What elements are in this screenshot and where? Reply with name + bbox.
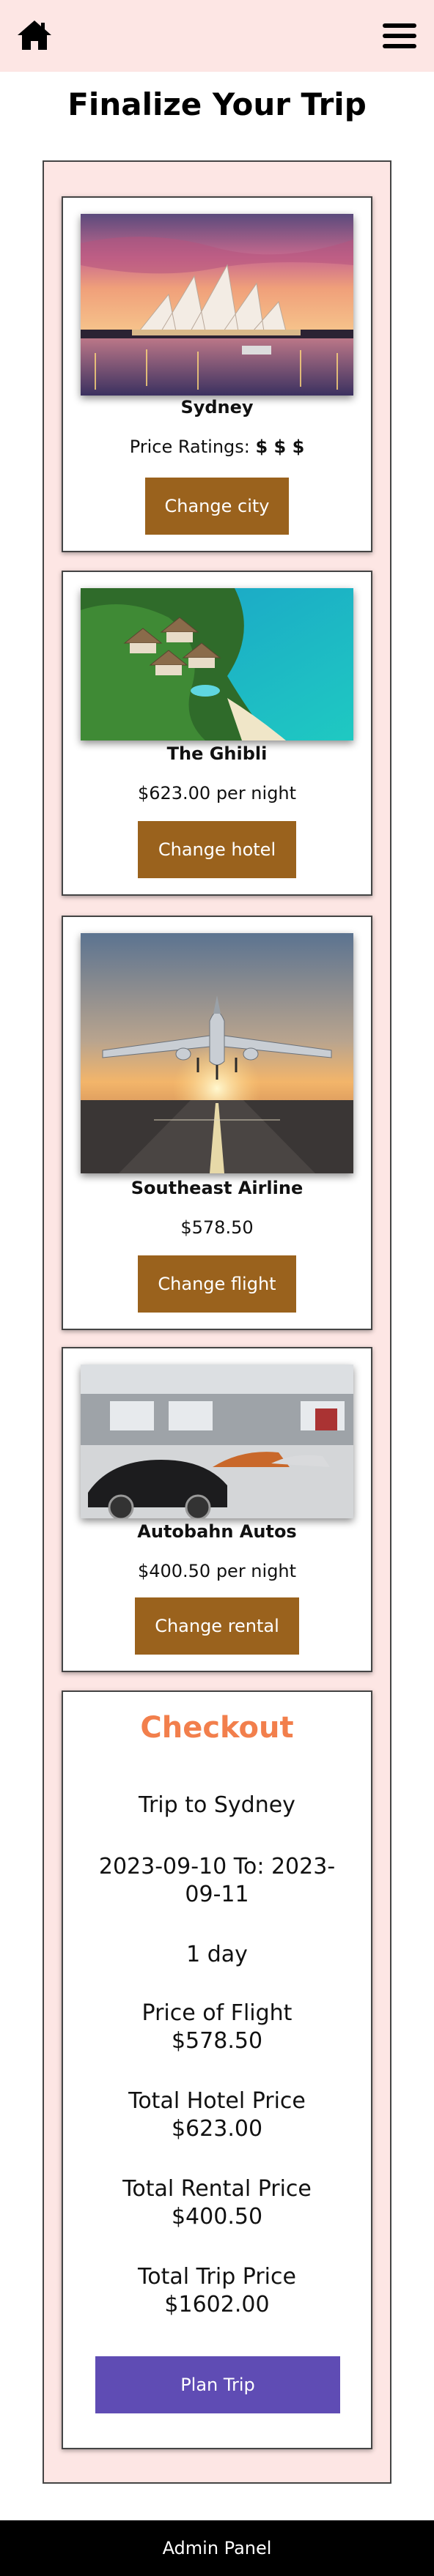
change-flight-button[interactable]: Change flight xyxy=(138,1255,296,1313)
trip-destination: Trip to Sydney xyxy=(139,1792,295,1818)
price-rating-value: $ $ $ xyxy=(255,437,305,457)
trip-total-value: $1602.00 xyxy=(164,2292,270,2317)
city-price-rating: Price Ratings: $ $ $ xyxy=(63,437,371,457)
hotel-photo xyxy=(81,588,353,740)
hotel-name: The Ghibli xyxy=(166,743,268,764)
trip-total-label: Total Trip Price xyxy=(138,2264,296,2290)
hamburger-menu-icon[interactable] xyxy=(381,21,418,51)
home-icon[interactable] xyxy=(16,19,53,51)
trip-dates-line-1: 2023-09-10 To: 2023- xyxy=(98,1854,336,1879)
rental-photo xyxy=(81,1365,353,1518)
plan-trip-button[interactable]: Plan Trip xyxy=(95,2356,340,2413)
page-title: Finalize Your Trip xyxy=(67,86,367,122)
flight-photo xyxy=(81,933,353,1173)
rental-total-label: Total Rental Price xyxy=(122,2176,312,2202)
hotel-card: The Ghibli $623.00 per night Change hote… xyxy=(62,571,372,896)
change-rental-button[interactable]: Change rental xyxy=(135,1597,299,1655)
flight-card: Southeast Airline $578.50 Change flight xyxy=(62,916,372,1330)
change-hotel-button[interactable]: Change hotel xyxy=(138,821,296,878)
flight-name: Southeast Airline xyxy=(130,1178,304,1198)
city-card: Sydney Price Ratings: $ $ $ Change city xyxy=(62,196,372,552)
flight-price: $578.50 xyxy=(180,1217,254,1238)
checkout-card: Checkout Trip to Sydney 2023-09-10 To: 2… xyxy=(62,1690,372,2449)
rental-total-value: $400.50 xyxy=(171,2204,263,2230)
flight-price-label: Price of Flight xyxy=(141,2000,293,2026)
top-navigation-bar xyxy=(0,0,434,72)
admin-panel-link[interactable]: Admin Panel xyxy=(0,2520,434,2576)
city-name: Sydney xyxy=(180,397,254,417)
city-photo xyxy=(81,214,353,396)
rental-card: Autobahn Autos $400.50 per night Change … xyxy=(62,1347,372,1672)
trip-duration: 1 day xyxy=(186,1942,248,1967)
change-city-button[interactable]: Change city xyxy=(145,478,289,535)
checkout-title: Checkout xyxy=(140,1711,294,1745)
hotel-total-label: Total Hotel Price xyxy=(128,2088,306,2114)
hotel-total-value: $623.00 xyxy=(171,2116,263,2142)
price-rating-label: Price Ratings: xyxy=(129,437,256,457)
rental-name: Autobahn Autos xyxy=(137,1521,297,1542)
trip-dates-line-2: 09-11 xyxy=(185,1882,249,1907)
hotel-price: $623.00 per night xyxy=(137,783,297,803)
flight-price-value: $578.50 xyxy=(171,2028,263,2054)
rental-price: $400.50 per night xyxy=(137,1561,297,1581)
